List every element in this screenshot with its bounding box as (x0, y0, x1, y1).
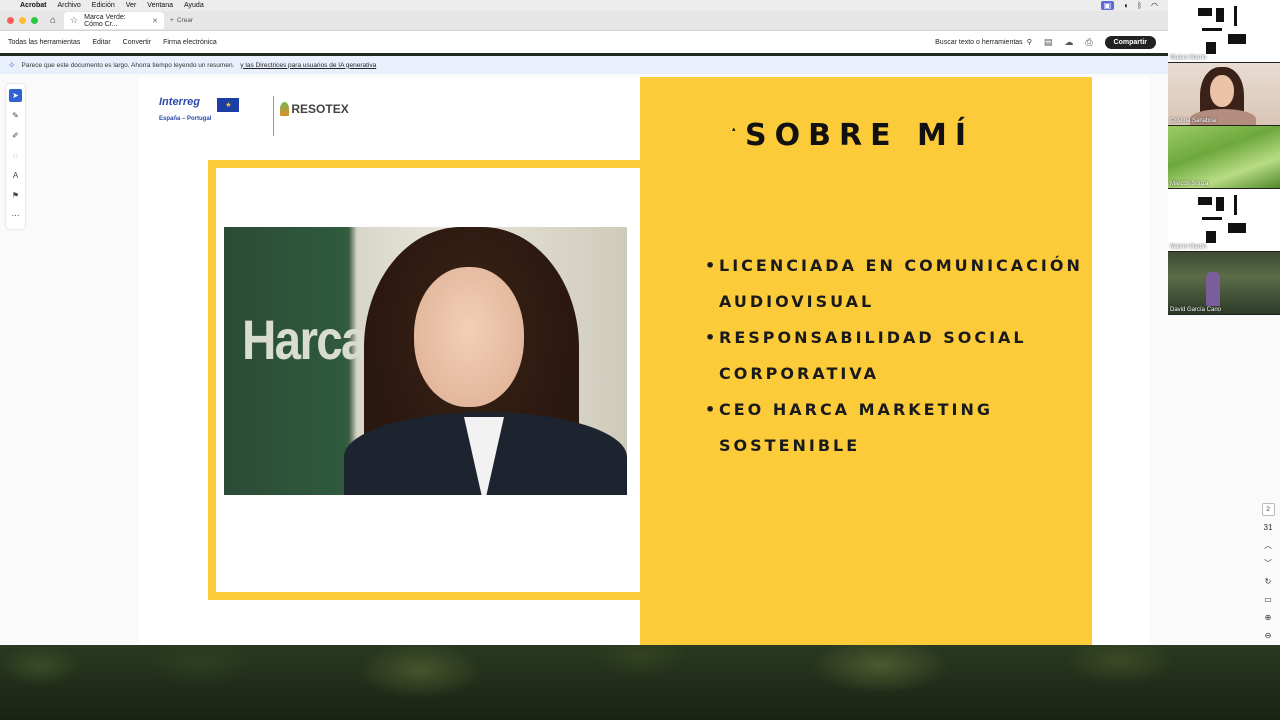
lasso-icon[interactable]: ◌ (9, 149, 22, 162)
plus-icon: + (170, 17, 174, 24)
zoom-in-icon[interactable]: ⊕ (1265, 610, 1272, 624)
resotex-leaf-icon (280, 102, 290, 116)
banner-text: Parece que este documento es largo. Ahor… (21, 61, 235, 69)
next-page-icon[interactable]: ﹀ (1264, 556, 1272, 570)
window-controls (7, 17, 38, 24)
participant-tile[interactable]: Cristina Sanabria (1168, 63, 1280, 125)
left-tool-rail: ➤ ✎ ✐ ◌ A ⚑ ⋯ (6, 84, 25, 229)
photo-face (414, 267, 524, 407)
participant-tile[interactable]: Marcos Souza (1168, 126, 1280, 188)
toolbar-all-tools[interactable]: Todas las herramientas (8, 39, 80, 46)
interreg-logo: Interreg España – Portugal (159, 96, 211, 122)
current-page-field[interactable]: 2 (1261, 503, 1275, 516)
search-tools[interactable]: Buscar texto o herramientas ⚲ (935, 38, 1032, 47)
toolbar-convert[interactable]: Convertir (123, 39, 151, 46)
logo-divider (273, 96, 275, 136)
menu-ayuda[interactable]: Ayuda (184, 2, 204, 9)
ai-assistant-icon: ✧ (8, 59, 16, 70)
participant-name: David García Cano (1170, 307, 1222, 313)
banner-guidelines-link[interactable]: y las Directrices para usuarios de IA ge… (240, 62, 376, 69)
total-pages: 31 (1263, 522, 1273, 532)
menu-edicion[interactable]: Edición (92, 2, 115, 9)
menu-ventana[interactable]: Ventana (147, 2, 173, 9)
menu-archivo[interactable]: Archivo (57, 2, 80, 9)
comment-icon[interactable]: ✎ (9, 109, 22, 122)
desktop-background (0, 645, 1280, 720)
page-navigation: 2 31 ︿ ﹀ ↻ ▭ ⊕ ⊖ (1258, 503, 1278, 642)
slide-logos: Interreg España – Portugal ★ RESOTEX (159, 96, 349, 136)
ai-summary-banner: ✧ Parece que este documento es largo. Ah… (0, 56, 1168, 74)
minimize-window-button[interactable] (19, 17, 26, 24)
print-icon[interactable]: ⎙ (1085, 37, 1092, 48)
more-tools-icon[interactable]: ⋯ (9, 209, 22, 222)
status-icons: ▣ ◖ ᛒ ◠ (1100, 1, 1168, 10)
new-tab-button[interactable]: + Crear (170, 17, 193, 24)
bullet-item: CEO HARCA MARKETING SOSTENIBLE (705, 392, 1085, 464)
volume-icon[interactable]: ◖ (1123, 1, 1128, 10)
stamp-icon[interactable]: ⚑ (9, 189, 22, 202)
maximize-window-button[interactable] (31, 17, 38, 24)
participant-face (1210, 75, 1234, 107)
participant-figure (1206, 272, 1220, 306)
eu-flag-icon: ★ (217, 98, 240, 112)
wifi-icon[interactable]: ◠ (1151, 1, 1158, 10)
search-icon: ⚲ (1026, 39, 1032, 46)
zoom-out-icon[interactable]: ⊖ (1265, 628, 1272, 642)
participant-tile[interactable]: Maleni Martín (1168, 189, 1280, 251)
participant-tile[interactable]: David García Cano (1168, 252, 1280, 314)
participant-name: Cristina Sanabria (1170, 118, 1217, 124)
rotate-icon[interactable]: ↻ (1265, 574, 1272, 588)
resotex-logo-name: RESOTEX (291, 102, 349, 116)
share-button[interactable]: Compartir (1104, 35, 1156, 49)
tab-bar: ⌂ ☆ Marca Verde: Cómo Cr... ✕ + Crear (0, 11, 1168, 31)
resotex-logo: RESOTEX (280, 102, 349, 116)
profile-photo: Harca (224, 227, 627, 495)
upload-cloud-icon[interactable]: ☁ (1064, 37, 1073, 48)
participant-name: Marcos Souza (1170, 181, 1209, 187)
toolbar-edit[interactable]: Editar (92, 39, 110, 46)
toolbar-esign[interactable]: Firma electrónica (163, 39, 217, 46)
search-label: Buscar texto o herramientas (935, 38, 1023, 46)
prev-page-icon[interactable]: ︿ (1264, 538, 1272, 552)
save-icon[interactable]: ▤ (1044, 37, 1053, 48)
participant-avatar (1194, 4, 1254, 56)
bluetooth-icon[interactable]: ᛒ (1137, 1, 1142, 10)
document-tab[interactable]: ☆ Marca Verde: Cómo Cr... ✕ (64, 12, 165, 29)
participant-name: Maleni Martín (1170, 55, 1207, 61)
slide-title: SOBRE MÍ (745, 118, 975, 153)
interreg-logo-name: Interreg (159, 96, 200, 108)
pen-icon[interactable]: ✐ (9, 129, 22, 142)
screen-share-icon[interactable]: ▣ (1100, 1, 1115, 10)
mouse-cursor-icon: ▴ (732, 126, 736, 133)
photo-sign-text: Harca (242, 308, 368, 371)
participant-tile[interactable]: Maleni Martín (1168, 0, 1280, 62)
slide-bullet-list: LICENCIADA EN COMUNICACIÓN AUDIOVISUAL R… (705, 248, 1085, 464)
menu-bar: Acrobat Archivo Edición Ver Ventana Ayud… (0, 0, 1168, 11)
close-window-button[interactable] (7, 17, 14, 24)
text-box-icon[interactable]: A (9, 169, 22, 182)
home-icon[interactable]: ⌂ (50, 15, 56, 26)
new-tab-label: Crear (176, 17, 194, 24)
bullet-item: RESPONSABILIDAD SOCIAL CORPORATIVA (705, 320, 1085, 392)
bullet-item: LICENCIADA EN COMUNICACIÓN AUDIOVISUAL (705, 248, 1085, 320)
participant-avatar (1194, 193, 1254, 245)
menu-app-name[interactable]: Acrobat (20, 2, 46, 9)
acrobat-toolbar: Todas las herramientas Editar Convertir … (0, 31, 1168, 53)
tab-title: Marca Verde: Cómo Cr... (84, 13, 126, 28)
page-fit-icon[interactable]: ▭ (1264, 592, 1272, 606)
select-cursor-icon[interactable]: ➤ (9, 89, 22, 102)
star-icon[interactable]: ☆ (70, 15, 78, 26)
interreg-logo-sub: España – Portugal (159, 116, 212, 122)
participant-name: Maleni Martín (1170, 244, 1207, 250)
video-participants-panel: Maleni Martín Cristina Sanabria Marcos S… (1168, 0, 1280, 315)
close-tab-icon[interactable]: ✕ (152, 17, 158, 25)
menu-ver[interactable]: Ver (126, 2, 137, 9)
